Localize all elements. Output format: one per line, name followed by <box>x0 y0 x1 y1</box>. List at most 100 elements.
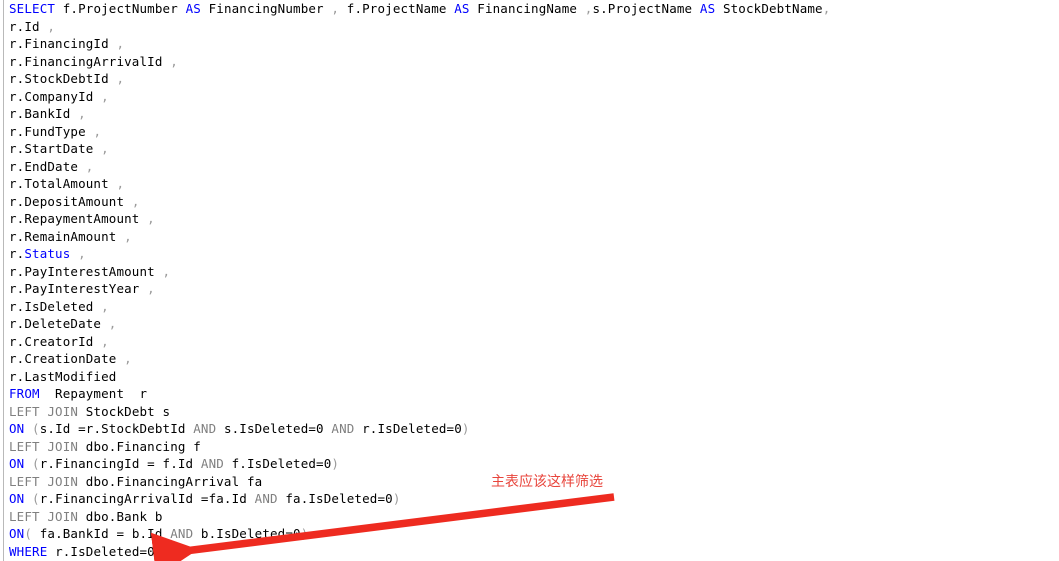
code-line[interactable]: ON( fa.BankId = b.Id AND b.IsDeleted=0) <box>9 525 308 543</box>
code-token-kw: ON <box>9 491 25 506</box>
code-token-punct: ( <box>24 491 40 506</box>
code-token-plain: r.CreatorId <box>9 333 102 349</box>
code-token-plain: b.IsDeleted=0 <box>193 526 301 541</box>
code-line[interactable]: r.PayInterestYear , <box>9 280 155 298</box>
code-token-plain: r.BankId <box>9 106 79 121</box>
code-token-plain: r.Id <box>9 18 48 34</box>
code-token-plain: dbo.FinancingArrival fa <box>78 473 263 489</box>
code-line[interactable]: r.PayInterestAmount , <box>9 263 170 281</box>
code-token-plain: dbo.Bank b <box>78 508 163 524</box>
code-token-plain: FinancingName <box>469 1 585 16</box>
code-token-kw: SELECT <box>9 1 56 16</box>
code-token-punct: , <box>116 176 125 191</box>
code-line[interactable]: r.StartDate , <box>9 140 109 158</box>
code-line[interactable]: LEFT JOIN dbo.Bank b <box>9 508 163 526</box>
code-token-plain: fa.BankId = b.Id <box>32 526 171 541</box>
code-token-punct: ) <box>392 491 401 506</box>
code-token-plain: StockDebt s <box>78 403 171 419</box>
code-line[interactable]: r.CreatorId , <box>9 333 109 351</box>
code-token-plain: r.FinancingId = f.Id <box>39 456 201 471</box>
code-token-plain: StockDebtName <box>715 1 823 16</box>
annotation-note-text: 主表应该这样筛选 <box>491 474 603 490</box>
code-token-plain: f.ProjectNumber <box>55 1 186 16</box>
code-token-punct: , <box>822 1 831 16</box>
code-token-kw: WHERE <box>9 543 48 559</box>
code-line[interactable]: r.Id , <box>9 18 55 36</box>
code-token-plain: f.ProjectName <box>346 1 455 16</box>
code-token-plain: r.DeleteDate <box>9 316 109 331</box>
code-line[interactable]: WHERE r.IsDeleted=0 <box>9 543 155 561</box>
code-token-punct: , <box>147 211 155 226</box>
code-line[interactable]: r.CreationDate , <box>9 350 132 368</box>
code-line[interactable]: LEFT JOIN dbo.Financing f <box>9 438 201 456</box>
code-token-plain: r.EndDate <box>9 158 86 174</box>
code-token-plain: s.IsDeleted=0 <box>216 421 332 436</box>
code-token-punct: ) <box>461 421 470 436</box>
code-line[interactable]: r.LastModified <box>9 368 116 386</box>
code-line[interactable]: r.CompanyId , <box>9 88 109 106</box>
code-line[interactable]: FROM Repayment r <box>9 385 147 403</box>
code-line[interactable]: r.FinancingArrivalId , <box>9 53 178 71</box>
code-token-kw: AS <box>454 1 470 16</box>
code-token-plain: Repayment r <box>39 386 148 401</box>
code-token-plain: r.StockDebtId <box>9 71 117 86</box>
code-line[interactable]: LEFT JOIN StockDebt s <box>9 403 170 421</box>
code-token-plain: r. <box>9 246 25 261</box>
code-token-punct: ( <box>24 421 40 436</box>
code-line[interactable]: r.EndDate , <box>9 158 93 176</box>
code-token-kw: ON <box>9 421 25 436</box>
code-token-punct: , <box>101 333 109 349</box>
code-line[interactable]: r.FundType , <box>9 123 101 141</box>
code-token-plain: r.IsDeleted=0 <box>47 543 155 559</box>
code-token-plain: r.CreationDate <box>9 351 125 366</box>
code-line[interactable]: LEFT JOIN dbo.FinancingArrival fa <box>9 473 262 491</box>
code-line[interactable]: r.RepaymentAmount , <box>9 210 155 228</box>
code-token-plain: r.RemainAmount <box>9 228 125 244</box>
code-token-plain: s.Id =r.StockDebtId <box>39 421 194 436</box>
code-line[interactable]: r.StockDebtId , <box>9 70 124 88</box>
code-token-muted: AND <box>331 421 355 436</box>
code-line[interactable]: SELECT f.ProjectNumber AS FinancingNumbe… <box>9 0 830 18</box>
code-token-punct: , <box>131 193 140 209</box>
code-token-kw: FROM <box>9 386 40 401</box>
code-token-plain: r.FinancingArrivalId <box>9 53 171 69</box>
code-token-punct: , <box>331 1 347 16</box>
code-token-kw: ON <box>9 526 25 541</box>
code-token-plain: r.IsDeleted=0 <box>354 421 462 436</box>
code-token-kw: ON <box>9 456 25 471</box>
code-token-kw: Status <box>24 246 71 261</box>
code-token-kw: AS <box>185 1 201 16</box>
code-token-muted: AND <box>170 526 194 541</box>
code-token-plain: r.FinancingArrivalId =fa.Id <box>39 491 255 506</box>
code-token-punct: , <box>108 316 117 331</box>
code-token-plain: dbo.Financing f <box>78 438 201 454</box>
code-token-plain: r.TotalAmount <box>9 176 117 191</box>
code-line[interactable]: r.RemainAmount , <box>9 228 132 246</box>
code-line[interactable]: r.TotalAmount , <box>9 175 124 193</box>
code-token-punct: , <box>101 141 109 156</box>
code-token-punct: , <box>78 246 86 261</box>
code-token-punct: ) <box>300 526 309 541</box>
code-line[interactable]: r.IsDeleted , <box>9 298 109 316</box>
code-token-plain: r.RepaymentAmount <box>9 211 148 226</box>
code-line[interactable]: r.BankId , <box>9 105 86 123</box>
code-token-muted: AND <box>200 456 224 471</box>
code-token-punct: , <box>124 228 132 244</box>
code-line[interactable]: r.Status , <box>9 245 86 263</box>
code-line[interactable]: ON (s.Id =r.StockDebtId AND s.IsDeleted=… <box>9 420 470 438</box>
code-token-plain: r.PayInterestYear <box>9 281 148 296</box>
code-token-punct: , <box>101 298 109 314</box>
code-line[interactable]: r.DeleteDate , <box>9 315 116 333</box>
code-line[interactable]: r.DepositAmount , <box>9 193 140 211</box>
code-token-punct: , <box>170 53 178 69</box>
code-token-punct: ( <box>24 456 40 471</box>
code-token-muted: AND <box>254 491 278 506</box>
code-token-punct: , <box>101 88 109 104</box>
code-token-muted: LEFT JOIN <box>9 508 79 524</box>
code-line[interactable]: r.FinancingId , <box>9 35 124 53</box>
code-token-punct: , <box>124 351 132 366</box>
code-line[interactable]: ON (r.FinancingArrivalId =fa.Id AND fa.I… <box>9 490 401 508</box>
code-line[interactable]: ON (r.FinancingId = f.Id AND f.IsDeleted… <box>9 455 339 473</box>
code-token-punct: , <box>78 106 86 121</box>
code-token-plain: r.FundType <box>9 123 94 139</box>
